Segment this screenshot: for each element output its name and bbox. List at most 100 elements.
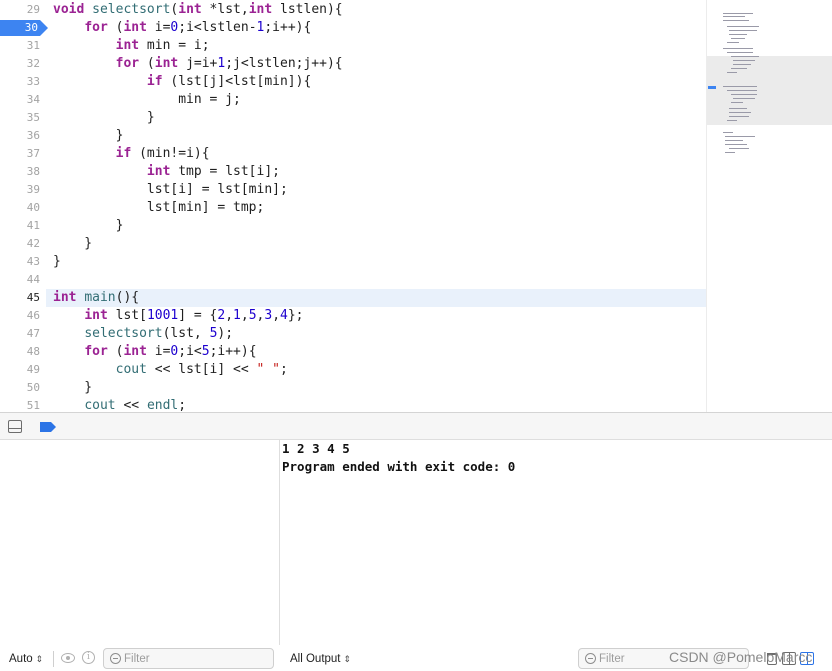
line-number[interactable]: 33: [0, 73, 40, 91]
code-token: ;i<: [178, 344, 202, 359]
output-selector[interactable]: All Output ⇕: [290, 651, 351, 667]
code-line[interactable]: int tmp = lst[i];: [46, 163, 706, 181]
line-number[interactable]: 39: [0, 181, 40, 199]
code-token: << lst[i] <<: [146, 362, 257, 377]
minimap-line: [723, 132, 733, 133]
minimap-line: [727, 52, 753, 53]
chevron-updown-icon: ⇕: [35, 654, 44, 664]
code-token: selectsort: [84, 326, 163, 341]
code-line[interactable]: }: [46, 235, 706, 253]
variables-filter-input[interactable]: [124, 651, 244, 666]
variables-filter[interactable]: [103, 648, 274, 669]
code-token: min = j;: [53, 92, 241, 107]
code-line[interactable]: int min = i;: [46, 37, 706, 55]
console-line: 1 2 3 4 5: [282, 441, 350, 456]
minimap-line: [725, 152, 735, 153]
line-number[interactable]: 36: [0, 127, 40, 145]
code-line[interactable]: void selectsort(int *lst,int lstlen){: [46, 1, 706, 19]
line-number[interactable]: 35: [0, 109, 40, 127]
minimap-line: [733, 60, 755, 61]
breakpoint-marker-icon[interactable]: 30: [0, 20, 48, 36]
eye-icon[interactable]: [61, 653, 75, 663]
line-number[interactable]: 32: [0, 55, 40, 73]
code-token: for: [115, 56, 140, 71]
line-number[interactable]: 31: [0, 37, 40, 55]
scope-selector[interactable]: Auto ⇕: [9, 651, 43, 667]
code-token: min = i;: [139, 38, 210, 53]
code-token: int: [178, 2, 202, 17]
code-line[interactable]: int main(){: [46, 289, 706, 307]
code-line[interactable]: if (lst[j]<lst[min]){: [46, 73, 706, 91]
minimap-line: [723, 48, 753, 49]
code-line[interactable]: cout << endl;: [46, 397, 706, 412]
line-number[interactable]: 49: [0, 361, 40, 379]
code-line[interactable]: if (min!=i){: [46, 145, 706, 163]
line-number[interactable]: 42: [0, 235, 40, 253]
code-line[interactable]: }: [46, 253, 706, 271]
line-number[interactable]: 41: [0, 217, 40, 235]
console-output[interactable]: 1 2 3 4 5 Program ended with exit code: …: [280, 440, 832, 645]
line-number[interactable]: 45: [0, 289, 40, 307]
code-token: ;: [280, 362, 288, 377]
code-line[interactable]: min = j;: [46, 91, 706, 109]
line-number[interactable]: 43: [0, 253, 40, 271]
code-token: ,: [272, 308, 281, 323]
code-token: int: [84, 308, 108, 323]
code-token: (lst[j]<lst[min]){: [162, 74, 312, 89]
code-editor[interactable]: 30 2930313233343536373839404142434445464…: [0, 0, 832, 412]
code-line[interactable]: }: [46, 109, 706, 127]
code-token: 3: [264, 308, 273, 323]
code-token: j=i+: [178, 56, 218, 71]
minimap[interactable]: [706, 0, 832, 412]
code-token: (){: [115, 290, 140, 305]
minimap-line: [731, 94, 757, 95]
line-number[interactable]: 47: [0, 325, 40, 343]
code-line[interactable]: [46, 271, 706, 289]
minimap-line: [723, 13, 753, 14]
line-number[interactable]: 34: [0, 91, 40, 109]
code-line[interactable]: int lst[1001] = {2,1,5,3,4};: [46, 307, 706, 325]
code-line[interactable]: cout << lst[i] << " ";: [46, 361, 706, 379]
line-number[interactable]: 44: [0, 271, 40, 289]
minimap-line: [725, 144, 747, 145]
console-line: Program ended with exit code: 0: [282, 459, 516, 474]
code-line[interactable]: for (int i=0;i<5;i++){: [46, 343, 706, 361]
line-number[interactable]: 29: [0, 1, 40, 19]
line-number[interactable]: 37: [0, 145, 40, 163]
code-token: }: [53, 254, 61, 269]
line-number[interactable]: 46: [0, 307, 40, 325]
code-token: lst[: [107, 308, 147, 323]
code-token: <<: [115, 398, 147, 412]
line-number-gutter[interactable]: 30 2930313233343536373839404142434445464…: [0, 0, 48, 412]
code-token: ;: [178, 398, 187, 412]
code-line[interactable]: }: [46, 127, 706, 145]
code-token: int: [123, 344, 147, 359]
line-number[interactable]: 38: [0, 163, 40, 181]
info-icon[interactable]: i: [82, 651, 95, 664]
code-token: cout: [84, 398, 116, 412]
code-line[interactable]: for (int i=0;i<lstlen-1;i++){: [46, 19, 706, 37]
code-line[interactable]: lst[min] = tmp;: [46, 199, 706, 217]
line-number[interactable]: 48: [0, 343, 40, 361]
code-line[interactable]: }: [46, 217, 706, 235]
variables-view[interactable]: [0, 440, 280, 645]
code-token: lst[i] = lst[min];: [53, 182, 288, 197]
code-line[interactable]: lst[i] = lst[min];: [46, 181, 706, 199]
minimap-line: [733, 98, 755, 99]
divider: [53, 651, 54, 667]
code-line[interactable]: selectsort(lst, 5);: [46, 325, 706, 343]
code-area[interactable]: void selectsort(int *lst,int lstlen){ fo…: [46, 0, 706, 412]
line-number[interactable]: 50: [0, 379, 40, 397]
line-number[interactable]: 51: [0, 397, 40, 412]
code-token: (: [107, 344, 124, 359]
code-line[interactable]: for (int j=i+1;j<lstlen;j++){: [46, 55, 706, 73]
breakpoint-toggle-icon[interactable]: [40, 422, 56, 432]
search-filter-icon: [110, 653, 121, 664]
line-number[interactable]: 40: [0, 199, 40, 217]
code-line[interactable]: }: [46, 379, 706, 397]
toggle-panel-icon[interactable]: [8, 420, 22, 433]
